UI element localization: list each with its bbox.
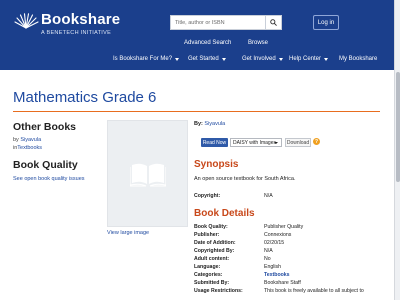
detail-label: Adult content: — [194, 256, 230, 262]
nav-help-center[interactable]: Help Center — [289, 56, 329, 62]
book-details-heading: Book Details — [194, 208, 255, 219]
synopsis-heading: Synopsis — [194, 159, 239, 170]
page-scrollbar[interactable] — [394, 0, 400, 300]
format-selected-value: DAISY with Images — [233, 139, 276, 146]
detail-label: Publisher: — [194, 232, 220, 238]
brand-tagline: A BENETECH INITIATIVE — [41, 30, 112, 36]
category-value-link[interactable]: Textbooks — [264, 272, 290, 278]
detail-label: Language: — [194, 264, 221, 270]
detail-value: No — [264, 256, 271, 262]
detail-label: Submitted By: — [194, 280, 230, 286]
detail-label: Date of Addition: — [194, 240, 236, 246]
other-books-author-line: by Siyavula — [13, 137, 41, 143]
other-books-heading: Other Books — [13, 121, 77, 133]
nav-label: Get Started — [188, 56, 219, 62]
title-divider — [13, 111, 380, 112]
chevron-down-icon — [274, 142, 278, 144]
detail-value: Publisher Quality — [264, 224, 304, 230]
detail-row: Publisher: Connexions — [194, 232, 384, 240]
download-button[interactable]: Download — [285, 138, 311, 147]
book-quality-link[interactable]: See open book quality issues — [13, 176, 85, 182]
bookshare-logo[interactable]: Bookshare A BENETECH INITIATIVE — [13, 11, 123, 41]
detail-row: Book Quality: Publisher Quality — [194, 224, 384, 232]
synopsis-text: An open source textbook for South Africa… — [194, 176, 296, 182]
detail-row: Language: English — [194, 264, 384, 272]
book-cover[interactable] — [107, 120, 188, 227]
login-button[interactable]: Log in — [313, 15, 339, 30]
detail-label: Categories: — [194, 272, 223, 278]
detail-row: Date of Addition: 02/20/15 — [194, 240, 384, 248]
detail-value: 02/20/15 — [264, 240, 285, 246]
detail-value: English — [264, 264, 282, 270]
nav-label: Get Involved — [242, 56, 276, 62]
detail-value: Connexions — [264, 232, 292, 238]
search-button[interactable] — [265, 16, 281, 29]
brand-name: Bookshare — [41, 11, 121, 28]
by-prefix: by — [13, 137, 19, 143]
detail-value: N/A — [264, 248, 273, 254]
chevron-down-icon — [324, 57, 329, 61]
nav-label: Is Bookshare For Me? — [113, 56, 173, 62]
detail-row: Categories: Textbooks — [194, 272, 384, 280]
site-header: Bookshare A BENETECH INITIATIVE Log in A… — [0, 0, 400, 70]
nav-advanced-search[interactable]: Advanced Search — [184, 40, 231, 46]
detail-row: Submitted By: Bookshare Staff — [194, 280, 384, 288]
nav-get-involved[interactable]: Get Involved — [242, 56, 283, 62]
search-input[interactable] — [171, 16, 265, 29]
nav-label: Help Center — [289, 56, 322, 62]
copyright-label: Copyright: — [194, 193, 221, 199]
detail-row: Copyrighted By: N/A — [194, 248, 384, 256]
detail-value: Bookshare Staff — [264, 280, 301, 286]
other-books-category-line: inTextbooks — [13, 145, 42, 151]
page-title: Mathematics Grade 6 — [13, 89, 157, 106]
read-now-button[interactable]: Read Now — [201, 138, 228, 147]
book-quality-heading: Book Quality — [13, 159, 78, 171]
nav-get-started[interactable]: Get Started — [188, 56, 226, 62]
by-label: By: — [194, 121, 203, 127]
help-icon[interactable]: ? — [313, 138, 320, 145]
view-large-image-link[interactable]: View large image — [107, 230, 149, 236]
nav-browse[interactable]: Browse — [248, 40, 268, 46]
copyright-value: N/A — [264, 193, 273, 199]
author-link[interactable]: Siyavula — [20, 137, 41, 143]
detail-label: Usage Restrictions: — [194, 288, 243, 294]
chevron-down-icon — [175, 57, 180, 61]
book-author-line: By: Siyavula — [194, 121, 225, 127]
book-author-link[interactable]: Siyavula — [204, 121, 225, 127]
scrollbar-thumb[interactable] — [396, 72, 400, 182]
open-book-icon — [129, 163, 166, 186]
detail-row: Usage Restrictions: This book is freely … — [194, 288, 384, 296]
search-box — [170, 15, 282, 30]
detail-label: Copyrighted By: — [194, 248, 235, 254]
category-link[interactable]: Textbooks — [17, 145, 42, 151]
chevron-down-icon — [278, 57, 283, 61]
nav-is-bookshare-for-me[interactable]: Is Bookshare For Me? — [113, 56, 180, 62]
detail-value: This book is freely available to all sub… — [264, 288, 364, 294]
detail-label: Book Quality: — [194, 224, 228, 230]
nav-label: My Bookshare — [339, 56, 378, 62]
search-icon — [270, 19, 277, 26]
detail-row: Adult content: No — [194, 256, 384, 264]
chevron-down-icon — [221, 57, 226, 61]
bookshare-logo-icon — [14, 13, 39, 29]
copyright-row: Copyright: N/A — [194, 193, 384, 201]
nav-my-bookshare[interactable]: My Bookshare — [339, 56, 377, 62]
format-select[interactable]: DAISY with Images — [230, 138, 282, 147]
